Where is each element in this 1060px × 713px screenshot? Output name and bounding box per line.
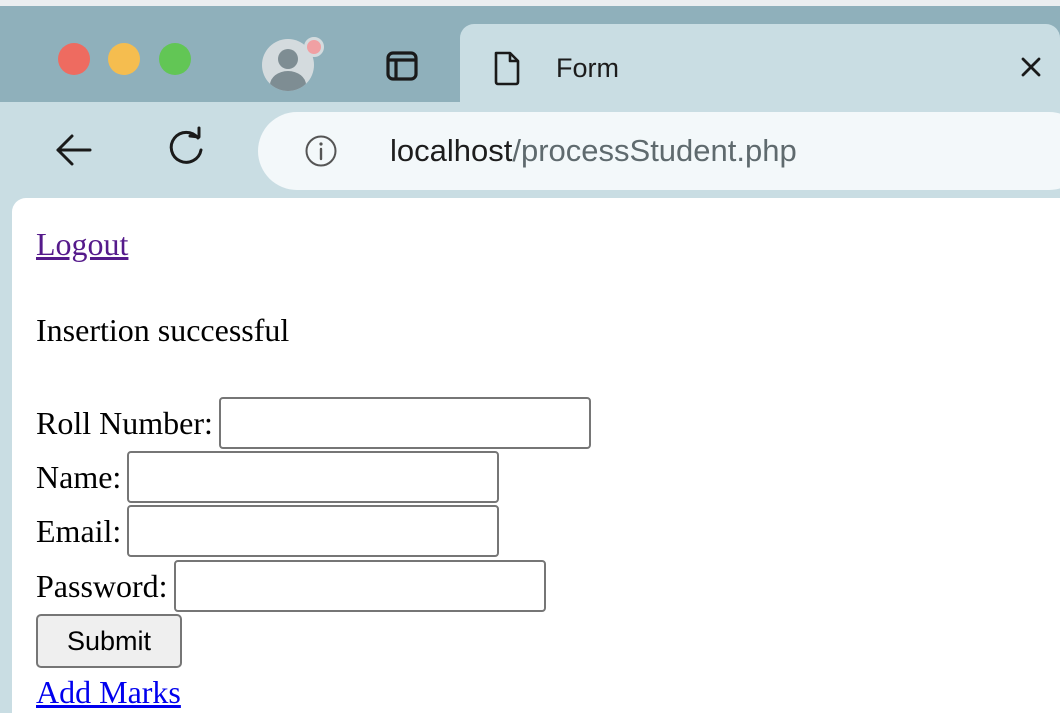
avatar-body [270,71,306,91]
document-icon [494,51,520,86]
sidebar-panel-icon[interactable] [384,48,420,84]
close-window-button[interactable] [58,43,90,75]
submit-button[interactable]: Submit [36,614,182,668]
address-url[interactable]: localhost/processStudent.php [390,132,797,170]
url-host: localhost [390,133,513,168]
roll-number-label: Roll Number: [36,405,213,441]
roll-number-input[interactable] [218,397,591,449]
email-input[interactable] [127,505,500,557]
name-input[interactable] [127,451,500,503]
status-message: Insertion successful [36,312,290,348]
tab-bar: Form [0,6,1060,108]
minimize-window-button[interactable] [108,43,140,75]
browser-window: Form localhost/processStudent.php Logout… [0,0,1060,713]
reload-icon[interactable] [160,122,212,174]
profile-notification-badge [304,37,324,57]
add-marks-link[interactable]: Add Marks [36,672,181,712]
password-input[interactable] [173,560,546,612]
logout-link[interactable]: Logout [36,224,128,264]
page-content: Logout Insertion successful Roll Number:… [12,198,1060,713]
roll-number-row: Roll Number: [36,396,591,450]
email-label: Email: [36,513,122,549]
url-path: /processStudent.php [512,133,797,168]
email-row: Email: [36,504,500,558]
avatar-head [278,49,298,69]
zoom-window-button[interactable] [159,43,191,75]
password-row: Password: [36,559,546,613]
info-icon[interactable] [304,134,338,168]
tab-form[interactable]: Form [460,24,1060,108]
arrow-left-icon[interactable] [48,124,100,176]
address-bar[interactable]: localhost/processStudent.php [258,112,1060,190]
name-label: Name: [36,459,122,495]
tab-title: Form [556,53,619,83]
close-icon[interactable] [1016,52,1046,82]
name-row: Name: [36,450,500,504]
password-label: Password: [36,568,168,604]
browser-toolbar: localhost/processStudent.php [0,102,1060,198]
